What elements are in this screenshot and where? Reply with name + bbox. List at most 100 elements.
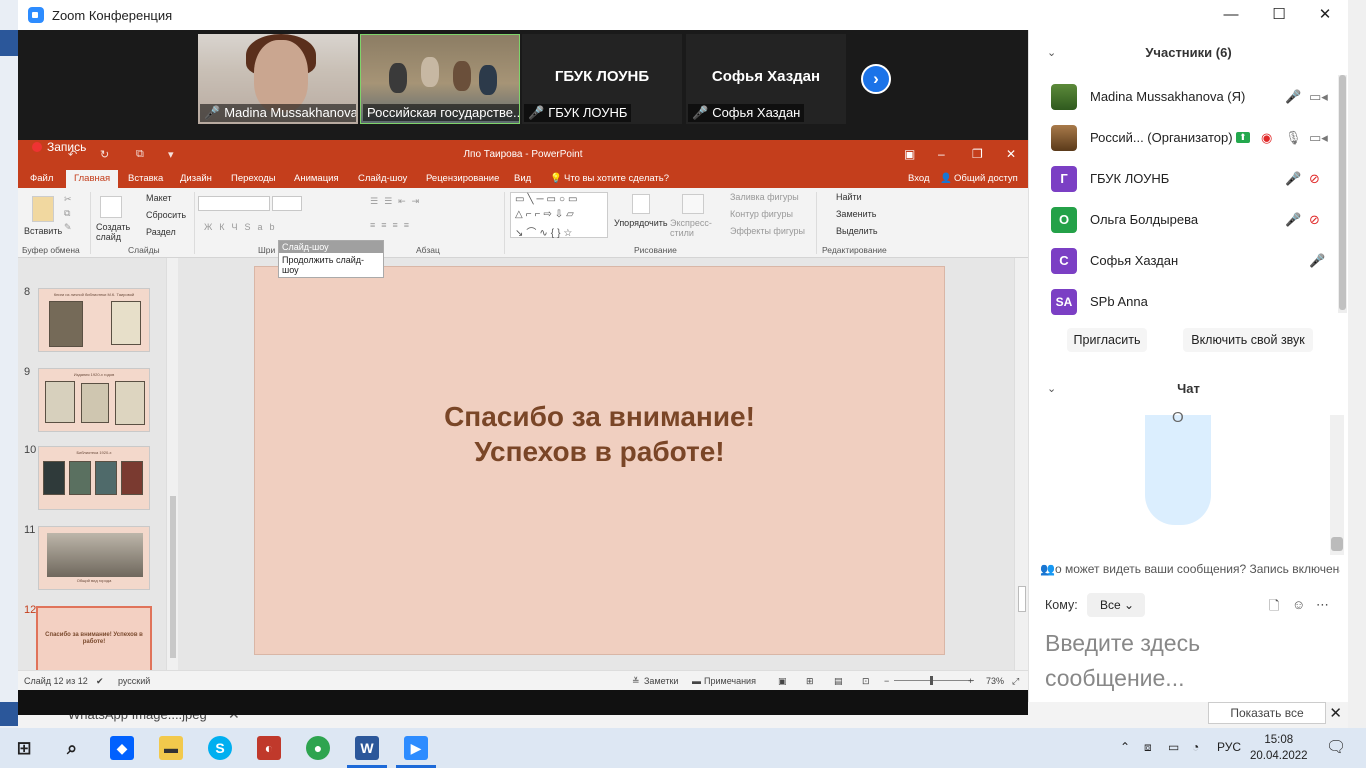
shapes-gallery[interactable]: ▭╲─▭○▭ △⌐⌐⇨⇩▱ ↘⌒∿{}☆ xyxy=(510,192,608,239)
zoom-out-icon[interactable]: − xyxy=(884,676,889,686)
share-icon[interactable]: 👤 xyxy=(940,173,952,184)
recipient-select[interactable]: Все ⌄ xyxy=(1087,593,1145,617)
input-language[interactable]: РУС xyxy=(1217,740,1241,754)
font-format-icons[interactable]: ЖКЧSab xyxy=(204,222,282,232)
zoom-level[interactable]: 73% xyxy=(986,676,1004,686)
tab-transitions[interactable]: Переходы xyxy=(231,173,276,184)
spellcheck-icon[interactable]: ✔ xyxy=(96,676,104,687)
quick-styles-icon[interactable] xyxy=(682,194,704,214)
copy-icon[interactable]: ⧉ xyxy=(64,208,70,219)
tab-home[interactable]: Главная xyxy=(66,170,119,188)
tray-chevron-icon[interactable]: ⌃ xyxy=(1120,740,1130,754)
shape-fill-button[interactable]: Заливка фигуры xyxy=(730,192,799,202)
select-button[interactable]: Выделить xyxy=(836,226,878,236)
find-button[interactable]: Найти xyxy=(836,192,862,202)
tab-animation[interactable]: Анимация xyxy=(294,173,339,184)
tray-network-icon[interactable]: ▭ xyxy=(1168,740,1179,754)
sign-in-link[interactable]: Вход xyxy=(908,173,930,184)
maximize-button[interactable]: ☐ xyxy=(1256,0,1302,30)
replace-button[interactable]: Заменить xyxy=(836,209,876,219)
skype-icon[interactable]: S xyxy=(208,736,232,760)
arrange-icon[interactable] xyxy=(632,194,650,214)
paste-icon[interactable] xyxy=(32,196,54,222)
zoom-in-icon[interactable]: + xyxy=(968,676,973,686)
arrange-button[interactable]: Упорядочить xyxy=(614,218,668,228)
video-tile[interactable]: 🎤 Madina Mussakhanova xyxy=(198,34,358,124)
reset-button[interactable]: Сбросить xyxy=(146,210,186,220)
section-button[interactable]: Раздел xyxy=(146,227,176,237)
participants-scrollbar[interactable] xyxy=(1338,75,1347,313)
new-slide-icon[interactable] xyxy=(100,196,122,218)
more-icon[interactable]: ⋯ xyxy=(1316,597,1329,613)
current-slide[interactable]: Спасибо за внимание! Успехов в работе! xyxy=(254,266,945,655)
cut-icon[interactable]: ✂ xyxy=(64,194,72,205)
ppt-restore-icon[interactable]: ❐ xyxy=(972,147,983,161)
layout-button[interactable]: Макет xyxy=(146,193,171,203)
tab-insert[interactable]: Вставка xyxy=(128,173,163,184)
share-button[interactable]: Общий доступ xyxy=(954,173,1018,184)
new-slide-button[interactable]: Создать слайд xyxy=(96,222,130,242)
app-icon[interactable]: ◐ xyxy=(257,736,281,760)
participant-row[interactable]: Madina Mussakhanova (Я) 🎤 ▭◂ xyxy=(1029,76,1329,117)
font-name-combo[interactable] xyxy=(198,196,270,211)
participant-row[interactable]: Россий... (Организатор) ⬆ ◉ 🎙 ▭◂ xyxy=(1029,117,1329,158)
shape-effects-button[interactable]: Эффекты фигуры xyxy=(730,226,805,236)
zoom-slider[interactable] xyxy=(894,676,974,685)
next-videos-arrow-icon[interactable]: › xyxy=(861,64,891,94)
shape-outline-button[interactable]: Контур фигуры xyxy=(730,209,793,219)
sorter-view-icon[interactable]: ⊞ xyxy=(806,676,814,687)
participant-row[interactable]: SA SPb Anna xyxy=(1029,281,1329,322)
comments-icon[interactable]: ▬ xyxy=(692,676,701,686)
close-icon[interactable]: ✕ xyxy=(1329,704,1342,722)
video-tile[interactable]: Софья Хаздан 🎤 Софья Хаздан xyxy=(686,34,846,124)
dropbox-icon[interactable]: ◆ xyxy=(110,736,134,760)
ribbon-options-icon[interactable]: ▣ xyxy=(904,147,915,161)
show-all-button[interactable]: Показать все xyxy=(1208,702,1326,724)
zoom-taskbar-icon[interactable]: ▶ xyxy=(404,736,428,760)
slideshow-view-icon[interactable]: ⊡ xyxy=(862,676,870,687)
start-windows-icon[interactable]: ⊞ xyxy=(12,736,36,760)
fit-slide-icon[interactable]: ⤢ xyxy=(1012,676,1019,687)
word-icon[interactable]: W xyxy=(355,736,379,760)
participant-row[interactable]: С Софья Хаздан 🎤 xyxy=(1029,240,1329,281)
chrome-icon[interactable]: ● xyxy=(306,736,330,760)
search-icon[interactable]: ⌕ xyxy=(60,736,84,760)
invite-button[interactable]: Пригласить xyxy=(1067,328,1147,352)
participant-row[interactable]: Г ГБУК ЛОУНБ 🎤 ⊘ xyxy=(1029,158,1329,199)
tab-slideshow[interactable]: Слайд-шоу xyxy=(358,173,407,184)
tab-review[interactable]: Рецензирование xyxy=(426,173,499,184)
format-painter-icon[interactable]: ✎ xyxy=(64,222,72,233)
tell-me-search[interactable]: Что вы хотите сделать? xyxy=(564,173,669,184)
close-button[interactable]: ✕ xyxy=(1302,0,1348,30)
font-size-combo[interactable] xyxy=(272,196,302,211)
file-explorer-icon[interactable]: ▬ xyxy=(159,736,183,760)
ppt-close-icon[interactable]: ✕ xyxy=(1006,147,1016,161)
slide-scrollbar[interactable] xyxy=(1014,258,1028,670)
wifi-icon[interactable]: ◔ xyxy=(1192,740,1199,754)
list-icons[interactable]: ☰☰⇤⇥ xyxy=(370,196,425,207)
continue-slideshow-link[interactable]: Продолжить слайд-шоу xyxy=(279,253,383,277)
video-tile[interactable]: ГБУК ЛОУНБ 🎤 ГБУК ЛОУНБ xyxy=(522,34,682,124)
comments-button[interactable]: Примечания xyxy=(704,676,756,686)
notes-icon[interactable]: ≚ xyxy=(632,676,640,687)
quick-styles-button[interactable]: Экспресс-стили xyxy=(670,218,712,238)
chat-message-input[interactable]: Введите здесь сообщение... xyxy=(1045,626,1325,696)
notifications-icon[interactable]: 🗨 xyxy=(1326,737,1346,757)
notes-button[interactable]: Заметки xyxy=(644,676,678,686)
align-icons[interactable]: ≡≡≡≡ xyxy=(370,220,415,230)
minimize-button[interactable]: — xyxy=(1208,0,1254,30)
language-indicator[interactable]: русский xyxy=(118,676,150,686)
tab-view[interactable]: Вид xyxy=(514,173,531,184)
tab-file[interactable]: Файл xyxy=(30,173,53,184)
reading-view-icon[interactable]: ▤ xyxy=(834,676,843,687)
ppt-minimize-icon[interactable]: – xyxy=(938,147,945,161)
tab-design[interactable]: Дизайн xyxy=(180,173,212,184)
file-icon[interactable]: 🗋 xyxy=(1269,597,1279,619)
paste-button[interactable]: Вставить xyxy=(24,226,62,236)
unmute-button[interactable]: Включить свой звук xyxy=(1183,328,1313,352)
tray-app-icon[interactable]: ⧈ xyxy=(1144,740,1152,755)
normal-view-icon[interactable]: ▣ xyxy=(778,676,787,687)
chat-scrollbar[interactable] xyxy=(1330,415,1344,555)
emoji-icon[interactable]: ☺ xyxy=(1292,597,1305,612)
participant-row[interactable]: О Ольга Болдырева 🎤 ⊘ xyxy=(1029,199,1329,240)
